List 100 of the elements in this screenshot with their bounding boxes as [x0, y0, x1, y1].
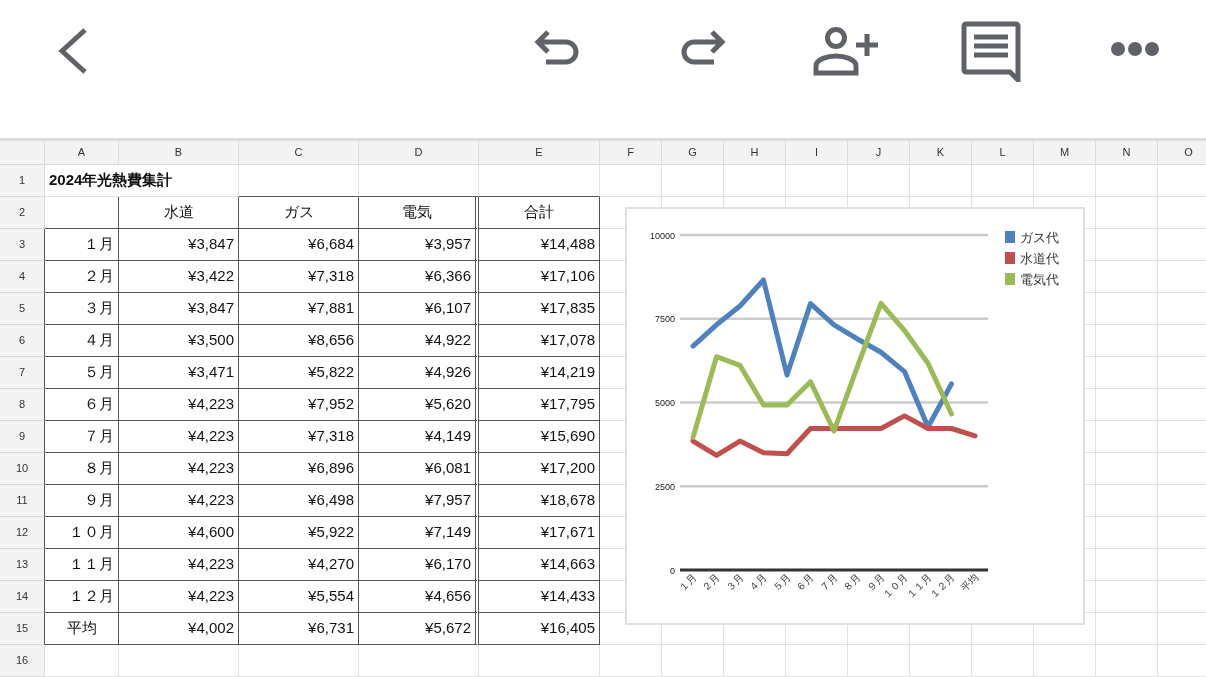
- table-cell: ¥3,847: [119, 229, 239, 261]
- column-header: M: [1034, 141, 1096, 165]
- table-cell: ¥4,223: [119, 453, 239, 485]
- table-cell: ¥6,081: [359, 453, 479, 485]
- table-cell: ¥18,678: [479, 485, 600, 517]
- row-header: 6: [0, 325, 45, 357]
- row-label: １月: [45, 229, 119, 261]
- empty-cell: [1096, 229, 1158, 261]
- empty-cell: [972, 645, 1034, 677]
- table-cell: ¥16,405: [479, 613, 600, 645]
- column-heading: 合計: [479, 197, 600, 229]
- table-cell: ¥4,270: [239, 549, 359, 581]
- more-icon[interactable]: [1110, 41, 1160, 57]
- axis-tick-label: 7500: [654, 314, 675, 325]
- table-cell: ¥5,620: [359, 389, 479, 421]
- table-cell: ¥14,663: [479, 549, 600, 581]
- table-cell: ¥3,847: [119, 293, 239, 325]
- empty-cell: [1096, 485, 1158, 517]
- column-header: B: [119, 141, 239, 165]
- empty-cell: [1096, 549, 1158, 581]
- row-header: 10: [0, 453, 45, 485]
- table-cell: ¥8,656: [239, 325, 359, 357]
- column-header: K: [910, 141, 972, 165]
- table-cell: ¥4,223: [119, 389, 239, 421]
- column-header: J: [848, 141, 910, 165]
- column-heading: 電気: [359, 197, 479, 229]
- table-cell: ¥6,366: [359, 261, 479, 293]
- row-header: 1: [0, 165, 45, 197]
- legend-label: 水道代: [1020, 252, 1059, 266]
- table-cell: ¥17,795: [479, 389, 600, 421]
- table-cell: ¥14,433: [479, 581, 600, 613]
- table-cell: ¥17,106: [479, 261, 600, 293]
- legend-label: 電気代: [1020, 273, 1059, 287]
- axis-tick-label: １月: [676, 571, 699, 594]
- row-label: １１月: [45, 549, 119, 581]
- axis-tick-label: 10000: [649, 230, 675, 241]
- axis-tick-label: ２月: [700, 571, 722, 594]
- table-cell: ¥6,170: [359, 549, 479, 581]
- row-header: 2: [0, 197, 45, 229]
- empty-cell: [1096, 197, 1158, 229]
- row-header: 5: [0, 293, 45, 325]
- empty-cell: [1096, 517, 1158, 549]
- column-heading: 水道: [119, 197, 239, 229]
- column-header: C: [239, 141, 359, 165]
- table-cell: ¥4,223: [119, 485, 239, 517]
- column-header: O: [1158, 141, 1206, 165]
- table-cell: ¥4,223: [119, 581, 239, 613]
- table-cell: ¥4,223: [119, 549, 239, 581]
- table-cell: ¥3,957: [359, 229, 479, 261]
- row-header: 15: [0, 613, 45, 645]
- table-cell: ¥6,896: [239, 453, 359, 485]
- empty-cell: [600, 165, 662, 197]
- row-header: 14: [0, 581, 45, 613]
- row-header: 9: [0, 421, 45, 453]
- row-header: 7: [0, 357, 45, 389]
- table-cell: ¥15,690: [479, 421, 600, 453]
- table-cell: ¥5,554: [239, 581, 359, 613]
- table-cell: ¥6,684: [239, 229, 359, 261]
- empty-cell: [724, 645, 786, 677]
- table-cell: ¥5,922: [239, 517, 359, 549]
- empty-cell: [1096, 165, 1158, 197]
- table-cell: ¥4,600: [119, 517, 239, 549]
- row-header: 8: [0, 389, 45, 421]
- add-person-icon[interactable]: [812, 26, 880, 76]
- axis-tick-label: ７月: [817, 571, 840, 594]
- empty-cell: [848, 645, 910, 677]
- empty-cell: [600, 645, 662, 677]
- sheet-title: 2024年光熱費集計: [45, 165, 239, 197]
- table-cell: ¥6,107: [359, 293, 479, 325]
- axis-tick-label: ５月: [770, 571, 793, 594]
- table-cell: ¥5,672: [359, 613, 479, 645]
- axis-tick-label: 0: [670, 565, 675, 576]
- row-header: 12: [0, 517, 45, 549]
- row-header: 16: [0, 645, 45, 677]
- table-cell: ¥3,471: [119, 357, 239, 389]
- axis-tick-label: ８月: [841, 571, 863, 594]
- empty-cell: [1096, 325, 1158, 357]
- column-heading: ガス: [239, 197, 359, 229]
- row-label: ２月: [45, 261, 119, 293]
- row-header: 3: [0, 229, 45, 261]
- empty-cell: [1096, 293, 1158, 325]
- row-header: 4: [0, 261, 45, 293]
- table-cell: ¥6,731: [239, 613, 359, 645]
- column-header: F: [600, 141, 662, 165]
- empty-cell: [662, 645, 724, 677]
- row-label: ６月: [45, 389, 119, 421]
- row-label: １０月: [45, 517, 119, 549]
- empty-cell: [1034, 645, 1096, 677]
- table-cell: ¥17,200: [479, 453, 600, 485]
- empty-cell: [1096, 613, 1158, 645]
- table-cell: ¥14,488: [479, 229, 600, 261]
- empty-cell: [1096, 357, 1158, 389]
- comment-icon[interactable]: [960, 20, 1022, 82]
- back-icon[interactable]: [56, 28, 88, 74]
- empty-cell: [1096, 645, 1158, 677]
- table-cell: ¥7,149: [359, 517, 479, 549]
- table-cell: ¥7,952: [239, 389, 359, 421]
- table-cell: ¥3,500: [119, 325, 239, 357]
- row-label: ３月: [45, 293, 119, 325]
- row-label: 平均: [45, 613, 119, 645]
